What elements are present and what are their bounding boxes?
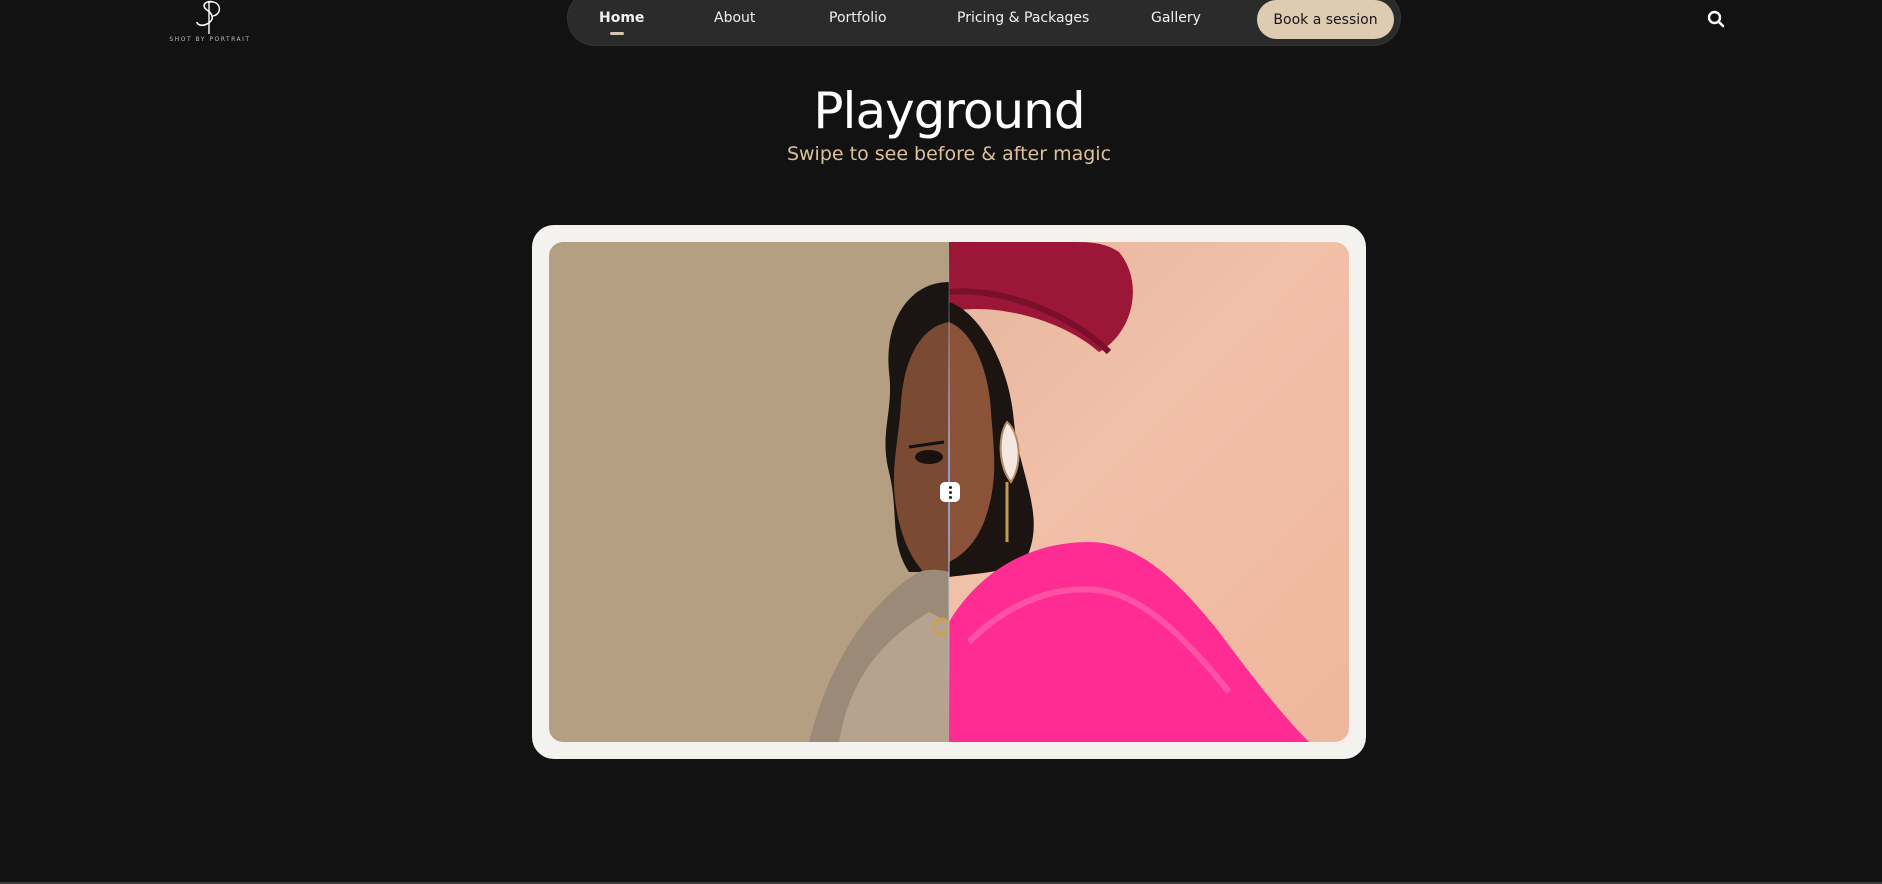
slider-handle[interactable] <box>940 482 960 502</box>
page: SHOT BY PORTRAIT Home About Portfolio Pr… <box>0 0 1882 884</box>
logo-caption: SHOT BY PORTRAIT <box>169 36 251 43</box>
active-indicator <box>610 32 624 35</box>
before-image <box>549 242 952 742</box>
nav-item-portfolio[interactable]: Portfolio <box>829 10 887 26</box>
main-nav: Home About Portfolio Pricing & Packages … <box>567 0 1401 46</box>
search-icon[interactable] <box>1707 10 1725 28</box>
brand-logo[interactable]: SHOT BY PORTRAIT <box>168 0 252 54</box>
vertical-dots-icon <box>948 485 952 500</box>
book-session-button[interactable]: Book a session <box>1257 0 1394 39</box>
nav-item-about[interactable]: About <box>714 10 755 26</box>
page-title: Playground <box>813 82 1085 140</box>
comparison-frame <box>532 225 1366 759</box>
after-image <box>948 242 1349 742</box>
nav-item-gallery[interactable]: Gallery <box>1151 10 1201 26</box>
nav-item-home[interactable]: Home <box>599 10 644 26</box>
before-after-slider[interactable] <box>549 242 1349 742</box>
nav-item-pricing[interactable]: Pricing & Packages <box>957 10 1089 26</box>
page-subtitle: Swipe to see before & after magic <box>786 143 1112 165</box>
logo-monogram-icon <box>196 0 220 34</box>
